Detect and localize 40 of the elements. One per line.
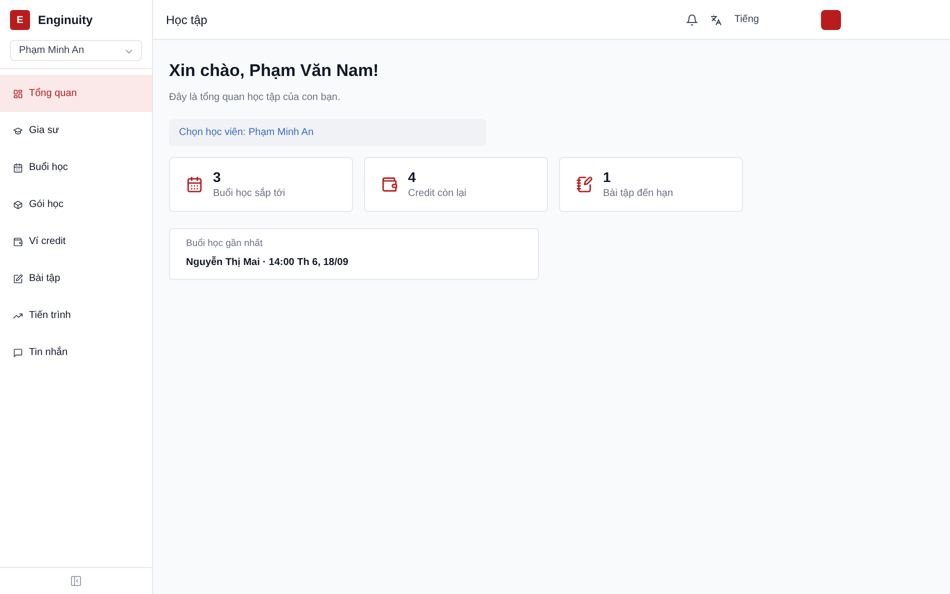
- calendar-icon: [186, 176, 203, 192]
- nav-item[interactable]: Gia sư: [0, 112, 152, 149]
- wallet-icon: [381, 176, 398, 192]
- stat-label: Credit còn lại: [408, 186, 466, 200]
- next-session-label: Buổi học gần nhất: [186, 236, 264, 251]
- language-switcher[interactable]: Tiếng: [734, 12, 759, 27]
- selected-student-banner: Chọn học viên: Phạm Minh An: [169, 118, 486, 146]
- edit-icon: [13, 274, 23, 284]
- box-icon: [13, 200, 23, 210]
- stat-label: Buổi học sắp tới: [213, 186, 286, 200]
- nav-item[interactable]: Bài tập: [0, 260, 152, 297]
- nav-item[interactable]: Ví credit: [0, 223, 152, 260]
- greeting-title: Xin chào, Phạm Văn Nam!: [169, 60, 380, 82]
- bell-icon[interactable]: [686, 14, 698, 26]
- translate-icon[interactable]: [710, 14, 722, 26]
- dashboard-icon: [13, 88, 23, 98]
- next-session-detail: Nguyễn Thị Mai · 14:00 Th 6, 18/09: [186, 255, 350, 270]
- greeting-subtitle: Đây là tổng quan học tập của con bạn.: [169, 90, 342, 104]
- nav-item[interactable]: Gói học: [0, 186, 152, 223]
- nav-item[interactable]: Tin nhắn: [0, 334, 152, 371]
- nav-item[interactable]: Tổng quan: [0, 75, 152, 112]
- stat-value: 4: [408, 168, 417, 186]
- avatar[interactable]: [821, 10, 841, 30]
- stat-value: 3: [213, 168, 222, 186]
- message-icon: [13, 348, 23, 358]
- sidebar-toggle-icon[interactable]: [71, 576, 81, 586]
- chevron-down-icon: [125, 46, 133, 54]
- calendar-icon: [13, 162, 23, 172]
- nav-item[interactable]: Buổi học: [0, 149, 152, 186]
- student-dropdown[interactable]: Phạm Minh An: [10, 40, 142, 61]
- wallet-icon: [13, 236, 23, 246]
- notebook-icon: [576, 176, 593, 192]
- page-title: Học tập: [166, 12, 208, 28]
- graduation-cap-icon: [13, 126, 23, 136]
- stat-value: 1: [603, 168, 612, 186]
- trend-icon: [13, 310, 23, 320]
- stat-label: Bài tập đến hạn: [603, 186, 674, 200]
- logo-badge: E: [10, 10, 30, 30]
- brand-name: Enginuity: [38, 12, 93, 29]
- nav-item[interactable]: Tiến trình: [0, 297, 152, 334]
